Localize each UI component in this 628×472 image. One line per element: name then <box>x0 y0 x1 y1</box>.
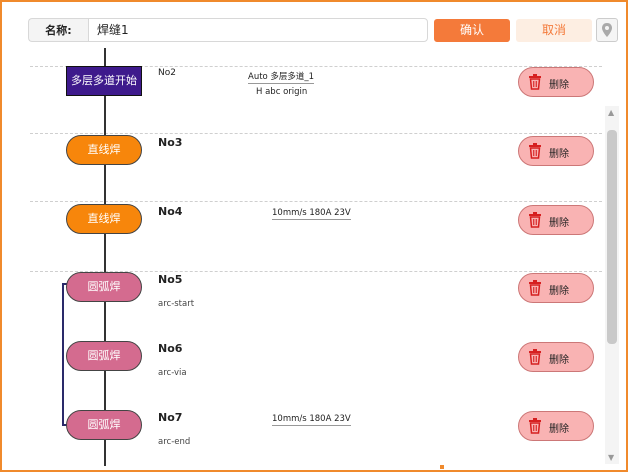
delete-button[interactable]: 删除 <box>518 342 594 372</box>
delete-button[interactable]: 删除 <box>518 205 594 235</box>
delete-button[interactable]: 删除 <box>518 411 594 441</box>
node-linear-weld[interactable]: 直线焊 <box>66 135 142 165</box>
timeline-spine <box>104 48 106 466</box>
trash-icon <box>529 280 541 296</box>
delete-label: 删除 <box>549 149 569 160</box>
name-label: 名称: <box>28 18 88 42</box>
row-divider <box>30 201 602 202</box>
trash-icon <box>529 212 541 228</box>
delete-button[interactable]: 删除 <box>518 67 594 97</box>
node-arc-weld[interactable]: 圆弧焊 <box>66 341 142 371</box>
delete-label: 删除 <box>549 424 569 435</box>
step-number: No2 <box>158 68 176 78</box>
step-number: No3 <box>158 136 183 149</box>
delete-label: 删除 <box>549 286 569 297</box>
confirm-button[interactable]: 确认 <box>434 19 510 42</box>
node-linear-weld[interactable]: 直线焊 <box>66 204 142 234</box>
step-param: Auto 多层多道_1 <box>248 72 315 84</box>
node-arc-weld[interactable]: 圆弧焊 <box>66 410 142 440</box>
location-pin-button[interactable] <box>596 18 618 42</box>
name-input[interactable]: 焊缝1 <box>88 18 428 42</box>
delete-button[interactable]: 删除 <box>518 273 594 303</box>
step-param: 10mm/s 180A 23V <box>272 208 351 220</box>
step-number: No4 <box>158 205 183 218</box>
step-subtitle: arc-via <box>158 368 187 378</box>
delete-button[interactable]: 删除 <box>518 136 594 166</box>
delete-label: 删除 <box>549 218 569 229</box>
row-divider <box>30 133 602 134</box>
step-param-secondary: H abc origin <box>256 87 308 97</box>
node-arc-weld[interactable]: 圆弧焊 <box>66 272 142 302</box>
trash-icon <box>529 143 541 159</box>
cancel-button[interactable]: 取消 <box>516 19 592 42</box>
trash-icon <box>529 349 541 365</box>
step-number: No7 <box>158 411 183 424</box>
resize-handle[interactable] <box>440 465 444 469</box>
step-list: 多层多道开始 No2 Auto 多层多道_1 H abc origin 删除 直… <box>26 48 620 466</box>
step-number: No6 <box>158 342 183 355</box>
scroll-down-arrow-icon[interactable]: ▼ <box>608 453 614 462</box>
location-pin-icon <box>602 23 612 37</box>
node-multi-layer-start[interactable]: 多层多道开始 <box>66 66 142 96</box>
trash-icon <box>529 74 541 90</box>
toolbar: 名称: 焊缝1 确认 取消 <box>26 16 618 44</box>
editor-frame: 名称: 焊缝1 确认 取消 多层多道开始 No2 Auto 多层多道_1 H a… <box>0 0 628 472</box>
scrollbar-thumb[interactable] <box>607 130 617 344</box>
step-number: No5 <box>158 273 183 286</box>
step-subtitle: arc-end <box>158 437 191 447</box>
delete-label: 删除 <box>549 80 569 91</box>
delete-label: 删除 <box>549 355 569 366</box>
step-subtitle: arc-start <box>158 299 195 309</box>
step-param: 10mm/s 180A 23V <box>272 414 351 426</box>
scroll-up-arrow-icon[interactable]: ▲ <box>608 108 614 117</box>
trash-icon <box>529 418 541 434</box>
